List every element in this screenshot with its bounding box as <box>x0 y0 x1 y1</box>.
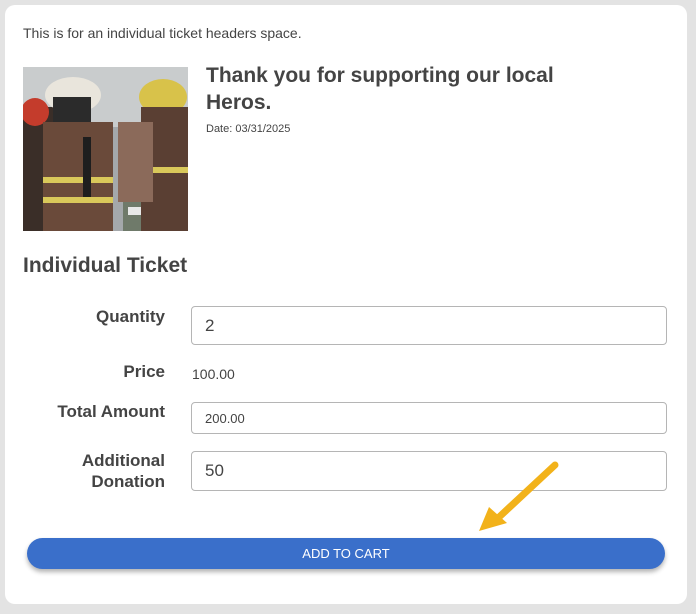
event-title: Thank you for supporting our local Heros… <box>206 64 554 114</box>
additional-donation-label: Additional Donation <box>5 450 165 492</box>
header-note: This is for an individual ticket headers… <box>23 25 302 41</box>
total-amount-label: Total Amount <box>57 402 165 421</box>
donation-label-line2: Donation <box>91 472 165 491</box>
total-amount-input[interactable] <box>191 402 667 434</box>
event-date: Date: 03/31/2025 <box>206 123 291 135</box>
section-title: Individual Ticket <box>23 254 188 277</box>
firefighters-photo <box>23 67 188 231</box>
price-label: Price <box>123 362 165 381</box>
quantity-label: Quantity <box>96 307 165 326</box>
price-value: 100.00 <box>192 366 235 382</box>
event-image <box>23 67 188 231</box>
additional-donation-input[interactable] <box>191 451 667 491</box>
arrow-icon <box>479 461 559 531</box>
donation-label-line1: Additional <box>81 451 165 470</box>
quantity-input[interactable] <box>191 306 667 345</box>
add-to-cart-button[interactable]: ADD TO CART <box>27 538 665 569</box>
ticket-card: This is for an individual ticket headers… <box>5 5 687 604</box>
